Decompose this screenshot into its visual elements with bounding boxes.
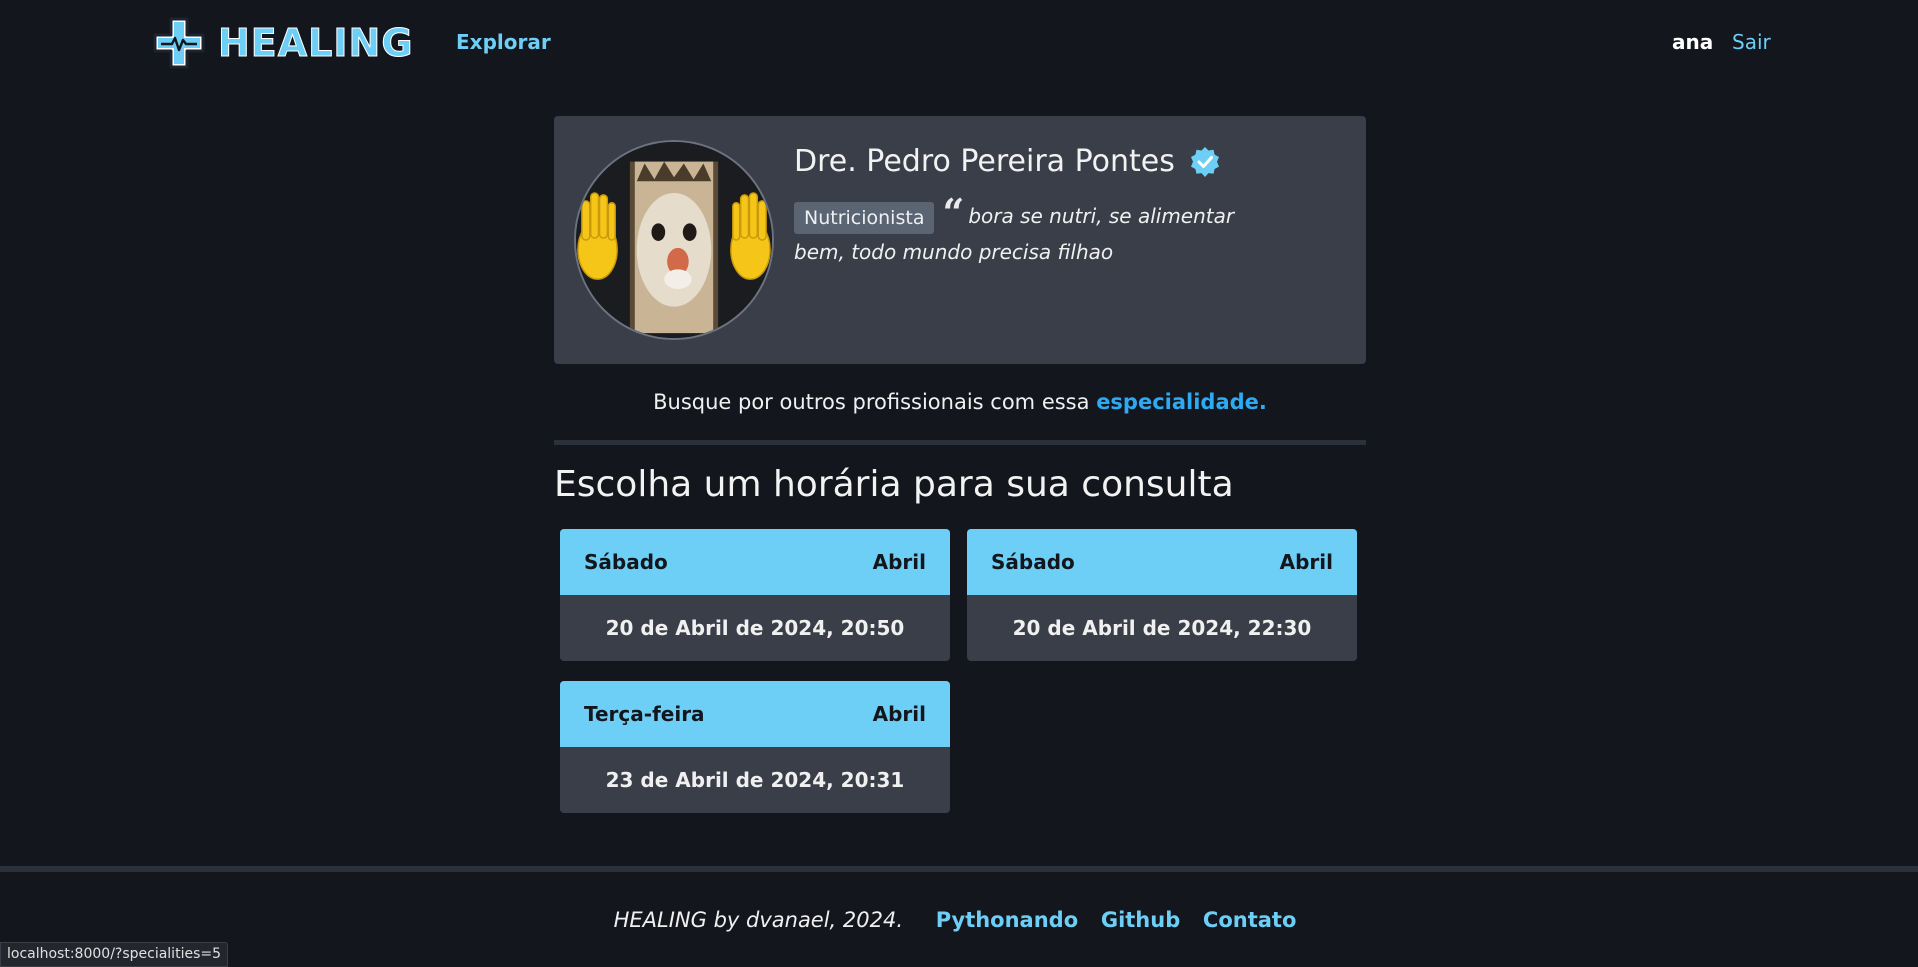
footer-link-pythonando[interactable]: Pythonando [936,908,1078,932]
footer: HEALING by dvanael, 2024. Pythonando Git… [0,908,1918,932]
appointment-slot-card[interactable]: Sábado Abril 20 de Abril de 2024, 20:50 [560,529,950,661]
slot-weekday: Terça-feira [584,702,705,726]
brand-name: HEALING [218,21,414,66]
slot-weekday: Sábado [584,550,668,574]
slot-month: Abril [1279,550,1333,574]
doctor-profile-card: Dre. Pedro Pereira Pontes Nutricionista “… [554,116,1366,364]
verified-badge-icon [1190,146,1219,177]
footer-divider [0,866,1918,872]
nav-explore-link[interactable]: Explorar [456,30,551,54]
avatar-image [576,142,772,338]
browser-status-url: localhost:8000/?specialities=5 [0,942,228,967]
slot-header: Terça-feira Abril [560,681,950,747]
quote-icon: “ [942,190,965,235]
navbar: HEALING Explorar ana Sair [0,0,1918,86]
appointment-slot-card[interactable]: Sábado Abril 20 de Abril de 2024, 22:30 [967,529,1357,661]
medical-cross-icon [153,17,205,69]
slot-datetime: 23 de Abril de 2024, 20:31 [605,768,905,792]
doctor-name-row: Dre. Pedro Pereira Pontes [794,144,1221,179]
specialty-search-line: Busque por outros profissionais com essa… [554,390,1366,414]
specialty-badge[interactable]: Nutricionista [794,201,935,234]
username-label: ana [1672,30,1714,54]
search-prefix: Busque por outros profissionais com essa [653,390,1090,414]
specialty-search-link[interactable]: especialidade. [1096,390,1267,414]
slot-month: Abril [872,702,926,726]
slot-datetime: 20 de Abril de 2024, 20:50 [605,616,905,640]
divider [554,440,1366,445]
slot-datetime: 20 de Abril de 2024, 22:30 [1012,616,1312,640]
brand-logo[interactable]: HEALING [152,16,414,70]
slot-weekday: Sábado [991,550,1075,574]
slot-header: Sábado Abril [967,529,1357,595]
logout-link[interactable]: Sair [1732,30,1771,54]
footer-credit: HEALING by dvanael, 2024. [613,908,904,932]
appointment-slot-card[interactable]: Terça-feira Abril 23 de Abril de 2024, 2… [560,681,950,813]
footer-link-contato[interactable]: Contato [1203,908,1296,932]
slot-header: Sábado Abril [560,529,950,595]
slot-month: Abril [872,550,926,574]
footer-link-github[interactable]: Github [1101,908,1180,932]
schedule-section-title: Escolha um horária para sua consulta [554,464,1234,505]
doctor-name: Dre. Pedro Pereira Pontes [794,144,1175,179]
doctor-avatar [574,140,774,340]
doctor-bio: Nutricionista “bora se nutri, se alimenta… [794,190,1274,270]
